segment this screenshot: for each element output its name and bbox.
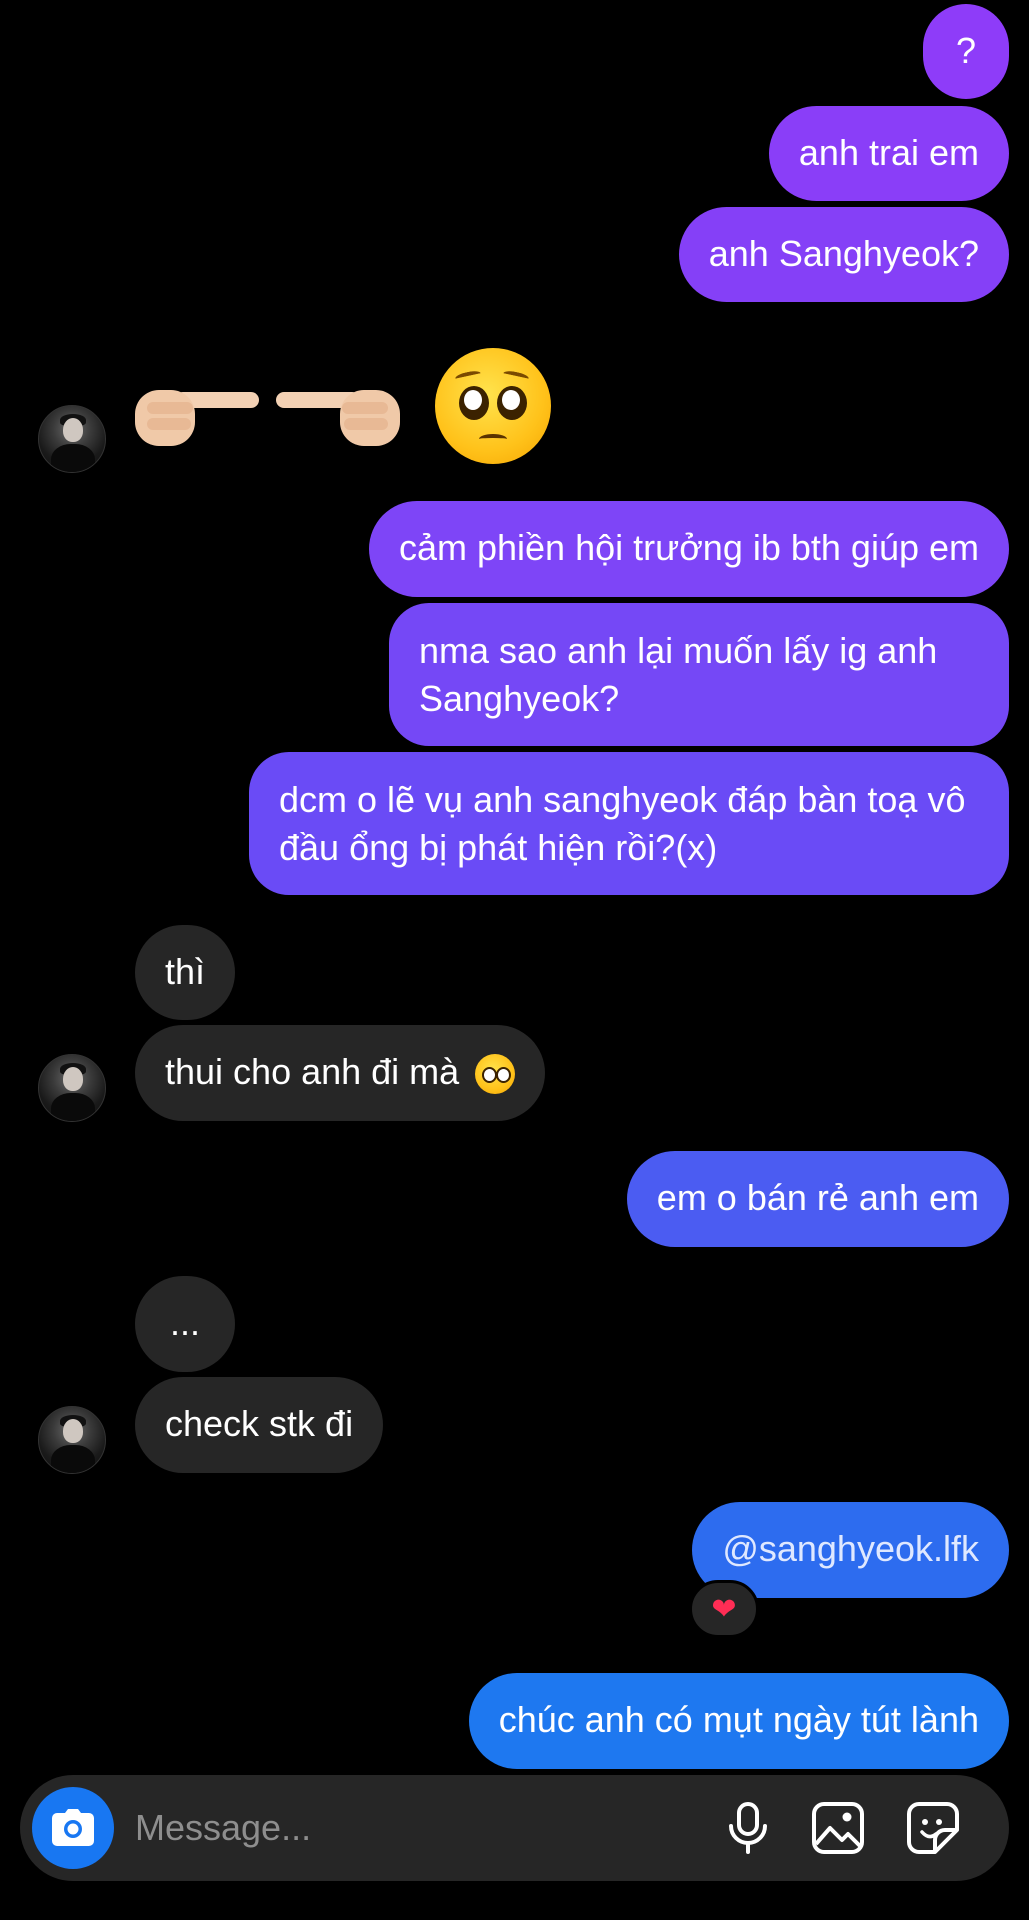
message-text: anh trai em	[798, 132, 979, 173]
message-composer: Message...	[20, 1775, 1009, 1881]
message-outgoing[interactable]: em o bán rẻ anh em	[626, 1151, 1009, 1247]
message-text: check stk đi	[165, 1403, 354, 1444]
image-icon[interactable]	[810, 1800, 866, 1856]
message-input[interactable]: Message...	[135, 1804, 311, 1852]
message-text: chúc anh có mụt ngày tút lành	[498, 1699, 979, 1740]
message-incoming[interactable]: thui cho anh đi mà	[135, 1025, 546, 1121]
message-incoming[interactable]: check stk đi	[135, 1377, 384, 1473]
pointing-right-finger-icon	[135, 390, 259, 446]
message-outgoing[interactable]: anh Sanghyeok?	[678, 207, 1009, 302]
microphone-icon[interactable]	[720, 1800, 776, 1856]
pleading-face-icon	[435, 348, 551, 464]
message-text: dcm o lẽ vụ anh sanghyeok đáp bàn toạ vô…	[279, 779, 966, 868]
contact-avatar[interactable]	[38, 1054, 106, 1122]
message-text: ?	[955, 30, 976, 71]
message-outgoing[interactable]: anh trai em	[768, 106, 1009, 201]
camera-icon	[52, 1809, 94, 1846]
pointing-left-finger-icon	[276, 390, 400, 446]
message-outgoing[interactable]: dcm o lẽ vụ anh sanghyeok đáp bàn toạ vô…	[249, 752, 1009, 895]
message-incoming[interactable]: thì	[135, 925, 236, 1020]
message-outgoing[interactable]: cảm phiền hội trưởng ib bth giúp em	[368, 501, 1009, 597]
message-outgoing[interactable]: nma sao anh lại muốn lấy ig anh Sanghyeo…	[389, 603, 1009, 746]
contact-avatar[interactable]	[38, 405, 106, 473]
camera-button[interactable]	[32, 1787, 114, 1869]
message-text: nma sao anh lại muốn lấy ig anh Sanghyeo…	[419, 630, 938, 719]
message-outgoing[interactable]: chúc anh có mụt ngày tút lành	[468, 1673, 1009, 1769]
message-outgoing[interactable]: ?	[922, 4, 1009, 99]
message-text: cảm phiền hội trưởng ib bth giúp em	[398, 527, 979, 568]
message-text: em o bán rẻ anh em	[656, 1177, 979, 1218]
contact-avatar[interactable]	[38, 1406, 106, 1474]
message-link[interactable]: @sanghyeok.lfk	[722, 1528, 979, 1569]
message-text: anh Sanghyeok?	[708, 233, 979, 274]
heart-reaction-icon[interactable]: ❤	[689, 1580, 759, 1638]
sticker-icon[interactable]	[905, 1800, 961, 1856]
message-text: thui cho anh đi mà	[165, 1051, 460, 1092]
pleading-face-icon	[475, 1054, 516, 1095]
message-incoming[interactable]: ...	[135, 1276, 235, 1372]
message-text: ...	[169, 1302, 200, 1343]
message-text: thì	[165, 951, 206, 992]
